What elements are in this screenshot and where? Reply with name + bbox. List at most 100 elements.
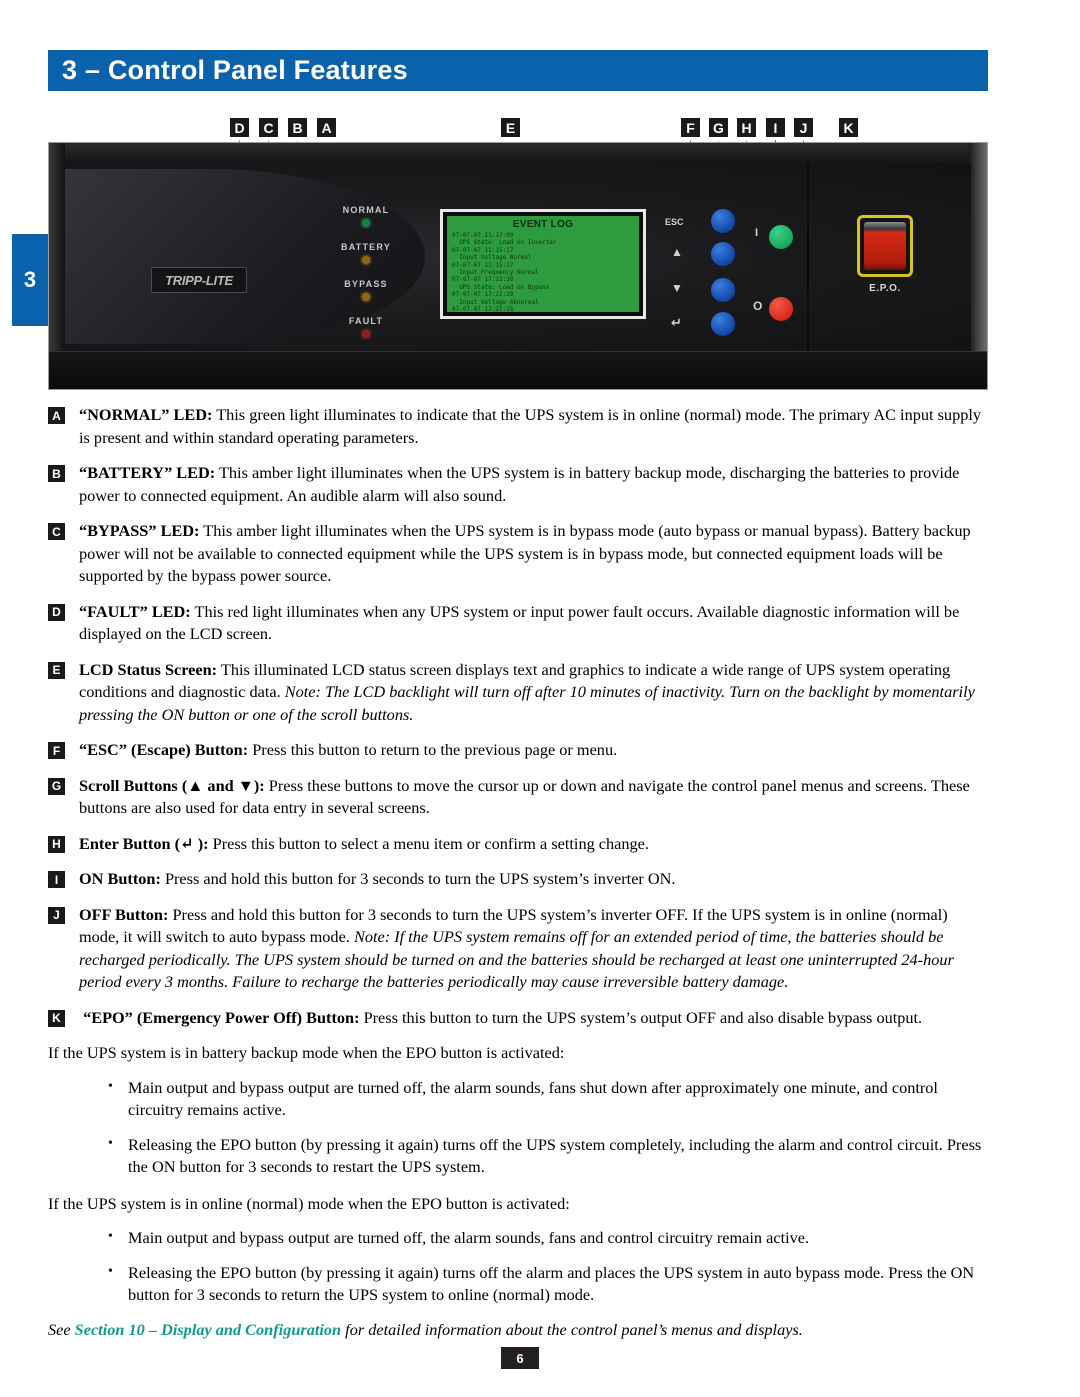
control-panel-face: TRIPP-LITE NORMAL BATTERY BYPASS FAULT E… (65, 163, 971, 353)
lcd-event-log-lines: 07-07-07 11:17:00 UPS State: Load on Inv… (452, 232, 634, 312)
led-normal-lamp-icon (362, 219, 370, 227)
callout-b: B (288, 118, 307, 137)
esc-button[interactable] (711, 209, 735, 233)
callout-a: A (317, 118, 336, 137)
enter-button[interactable] (711, 312, 735, 336)
control-button-column: ESC ▲ ▼ ↵ I O (665, 199, 845, 349)
feature-item-e: E LCD Status Screen: This illuminated LCD… (48, 659, 988, 727)
feature-item-key: K (48, 1009, 65, 1027)
feature-item-key: J (48, 906, 65, 924)
callout-h: H (737, 118, 756, 137)
see-also-link[interactable]: Section 10 – Display and Configuration (75, 1320, 341, 1339)
feature-item-text: LCD Status Screen: This illuminated LCD … (79, 659, 975, 724)
epo-label: E.P.O. (869, 283, 901, 294)
on-symbol-icon: I (755, 227, 759, 239)
led-battery-label: BATTERY (341, 242, 391, 252)
lcd-line: 07-07-07 17:22:30 (452, 276, 514, 284)
led-fault: FAULT (323, 316, 409, 338)
epo-bullet-item: Main output and bypass output are turned… (98, 1076, 988, 1122)
feature-item-b: B “BATTERY” LED: This amber light illumin… (48, 462, 988, 507)
callout-k: K (839, 118, 858, 137)
led-bypass-lamp-icon (362, 293, 370, 301)
led-battery: BATTERY (323, 242, 409, 264)
led-battery-lamp-icon (362, 256, 370, 264)
scroll-down-icon: ▼ (671, 281, 683, 295)
chassis-top-bezel (49, 143, 987, 163)
epo-bullet-item: Main output and bypass output are turned… (98, 1226, 988, 1250)
epo-section-intro: If the UPS system is in battery backup m… (48, 1043, 565, 1062)
feature-item-d: D “FAULT” LED: This red light illuminates… (48, 601, 988, 646)
on-button[interactable] (769, 225, 793, 249)
lcd-line: Input Voltage Normal (452, 254, 532, 262)
feature-item-text: “EPO” (Emergency Power Off) Button: Pres… (79, 1007, 923, 1027)
page-title: 3 – Control Panel Features (62, 55, 408, 85)
led-fault-lamp-icon (362, 330, 370, 338)
feature-item-g: G Scroll Buttons (▲ and ▼): Press these b… (48, 775, 988, 820)
epo-button[interactable] (857, 215, 913, 277)
chapter-side-tab: 3 (12, 234, 48, 326)
led-indicator-column: NORMAL BATTERY BYPASS FAULT (323, 205, 409, 353)
epo-assembly: E.P.O. (835, 215, 935, 294)
led-bypass: BYPASS (323, 279, 409, 301)
chassis-bottom-bezel (49, 351, 987, 389)
off-button[interactable] (769, 297, 793, 321)
see-also-note: See Section 10 – Display and Configurati… (48, 1319, 988, 1342)
feature-item-h: H Enter Button (↵ ): Press this button to… (48, 833, 988, 856)
led-normal: NORMAL (323, 205, 409, 227)
scroll-up-button[interactable] (711, 242, 735, 266)
lcd-line: 07-07-07 11:15:17 (452, 261, 514, 269)
epo-button-cap-icon (864, 222, 906, 270)
feature-item-text: “BATTERY” LED: This amber light illumina… (79, 463, 960, 505)
off-symbol-icon: O (753, 299, 763, 313)
control-panel-photo: TRIPP-LITE NORMAL BATTERY BYPASS FAULT E… (48, 142, 988, 390)
feature-item-key: E (48, 661, 65, 679)
feature-item-key: B (48, 465, 65, 482)
epo-bullet-list: Main output and bypass output are turned… (48, 1076, 988, 1179)
callout-i: I (766, 118, 785, 137)
feature-item-i: I ON Button: Press and hold this button f… (48, 868, 988, 891)
chapter-header-bar: 3 – Control Panel Features (48, 50, 988, 91)
lcd-status-screen: EVENT LOG 07-07-07 11:17:00 UPS State: L… (440, 209, 646, 319)
esc-button-label: ESC (665, 217, 684, 227)
feature-item-key: I (48, 871, 65, 888)
scroll-up-icon: ▲ (671, 245, 683, 259)
feature-item-key: F (48, 742, 65, 759)
feature-item-key: D (48, 603, 65, 621)
feature-item-text: “ESC” (Escape) Button: Press this button… (79, 740, 618, 759)
lcd-line: 07-07-07 11:15:17 (452, 246, 514, 254)
epo-bullet-item: Releasing the EPO button (by pressing it… (98, 1261, 988, 1307)
led-fault-label: FAULT (348, 316, 384, 326)
epo-bullet-list: Main output and bypass output are turned… (48, 1226, 988, 1307)
feature-item-k: K “EPO” (Emergency Power Off) Button: Pr… (48, 1007, 988, 1030)
callout-g: G (709, 118, 728, 137)
lcd-screen-surface: EVENT LOG 07-07-07 11:17:00 UPS State: L… (447, 216, 639, 312)
lcd-line: 07-07-07 11:17:00 (452, 232, 514, 239)
feature-item-a: A “NORMAL” LED: This green light illumina… (48, 404, 988, 449)
feature-item-text: ON Button: Press and hold this button fo… (79, 869, 676, 888)
callout-c: C (259, 118, 278, 137)
scroll-down-button[interactable] (711, 278, 735, 302)
lcd-line: Input Voltage Abnormal (452, 298, 539, 306)
led-normal-label: NORMAL (342, 205, 390, 215)
feature-item-text: Scroll Buttons (▲ and ▼): Press these bu… (79, 775, 970, 818)
callout-j: J (794, 118, 813, 137)
face-panel-divider (807, 163, 809, 353)
led-bypass-label: BYPASS (344, 279, 388, 289)
feature-item-j: J OFF Button: Press and hold this button … (48, 904, 988, 994)
feature-descriptions: A “NORMAL” LED: This green light illumina… (48, 404, 988, 1341)
feature-item-key: A (48, 407, 65, 424)
callout-f: F (681, 118, 700, 137)
see-also-suffix: for detailed information about the contr… (341, 1319, 803, 1339)
tripp-lite-logo: TRIPP-LITE (151, 267, 247, 293)
feature-item-text: Enter Button (↵ ): Press this button to … (79, 833, 649, 853)
epo-section-intro: If the UPS system is in online (normal) … (48, 1193, 570, 1213)
page-number: 6 (501, 1347, 539, 1369)
epo-behavior-sections: If the UPS system is in battery backup m… (48, 1042, 988, 1307)
lcd-title: EVENT LOG (512, 219, 574, 230)
see-also-prefix: See (48, 1319, 75, 1339)
enter-arrow-icon: ↵ (671, 315, 682, 330)
feature-item-key: C (48, 523, 65, 540)
lcd-line: Input Frequency Normal (452, 269, 539, 277)
lcd-line: UPS State: Load on Inverter (452, 239, 557, 247)
epo-bullet-item: Releasing the EPO button (by pressing it… (98, 1133, 988, 1179)
